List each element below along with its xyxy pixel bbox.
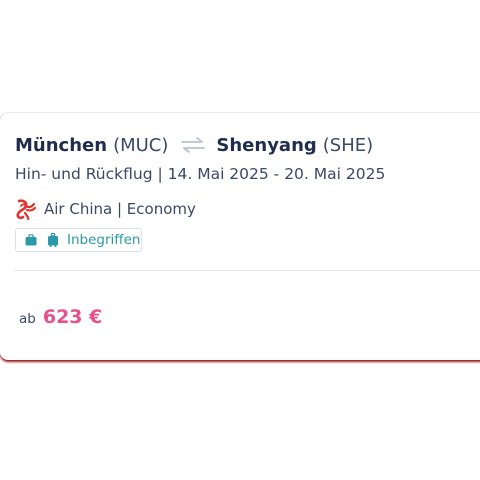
page: München (MUC) Shenyang (SHE) Hin- und Rü… [0, 0, 480, 480]
price-prefix: ab [19, 311, 36, 327]
airline-class-text: Air China | Economy [44, 200, 196, 218]
baggage-badge: Inbegriffen [15, 228, 142, 252]
trip-summary: Hin- und Rückflug | 14. Mai 2025 - 20. M… [15, 165, 386, 183]
origin-city: München [15, 134, 108, 156]
flight-offer-card[interactable]: München (MUC) Shenyang (SHE) Hin- und Rü… [0, 113, 480, 360]
trolley-icon [48, 233, 58, 247]
destination-code: (SHE) [322, 134, 374, 156]
origin-code: (MUC) [113, 134, 169, 156]
air-china-logo-icon [16, 199, 37, 220]
swap-arrows-icon [181, 137, 206, 153]
airline-info: Air China | Economy [15, 198, 196, 220]
price-row: ab 623 € [19, 306, 102, 328]
price-value: 623 € [42, 306, 103, 328]
briefcase-icon [25, 234, 37, 246]
baggage-included-label: Inbegriffen [67, 232, 141, 248]
destination-city: Shenyang [216, 134, 317, 156]
route-heading: München (MUC) Shenyang (SHE) [15, 133, 373, 157]
card-divider [15, 270, 480, 271]
